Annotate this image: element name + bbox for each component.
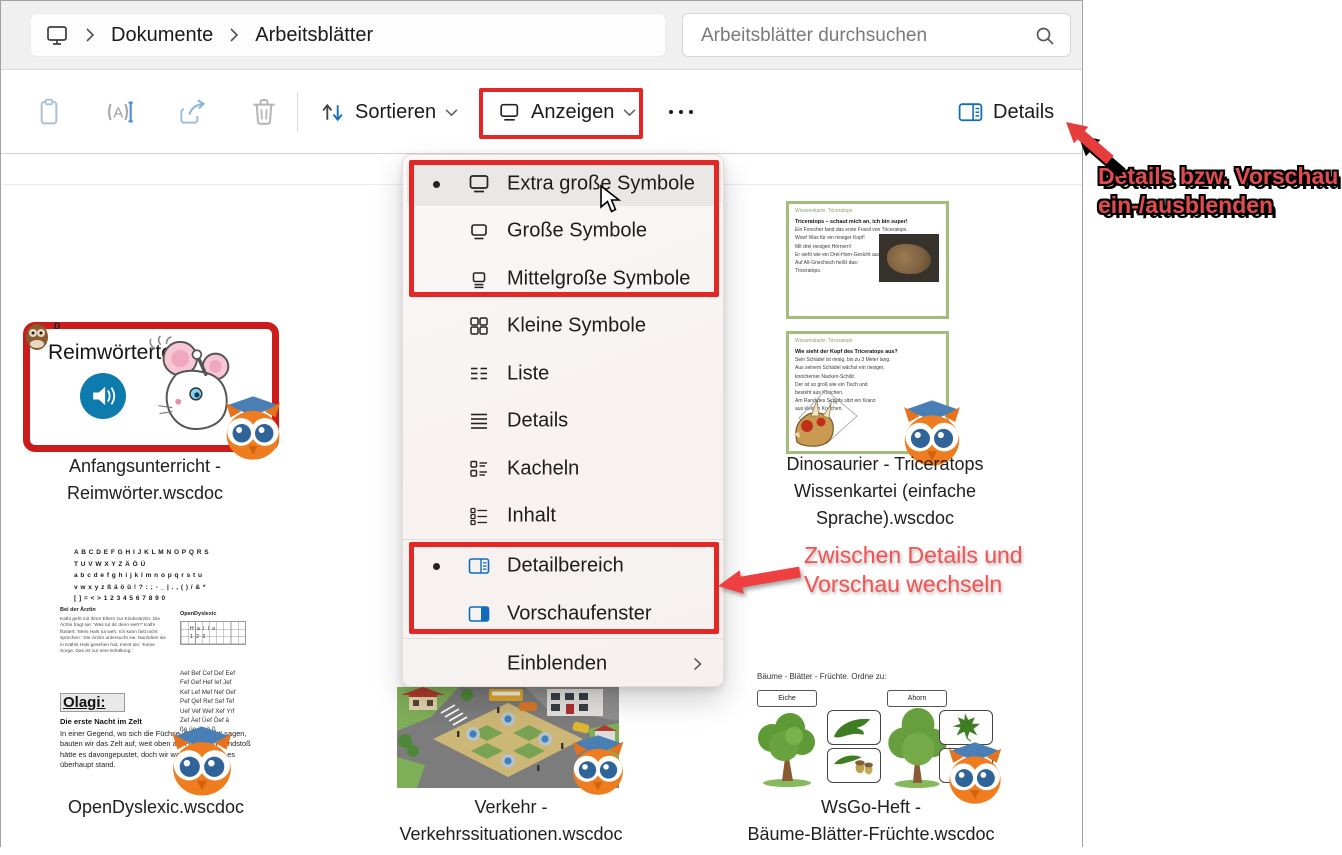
details-view-icon xyxy=(467,409,491,433)
card-header: Wissenskarte: Triceratops xyxy=(795,338,853,344)
mouse-cursor xyxy=(598,184,624,214)
share-icon[interactable] xyxy=(176,96,208,128)
audio-button[interactable] xyxy=(80,373,126,419)
file-thumbnail-wsgo[interactable]: Bäume - Blätter - Früchte. Ordne zu: Eic… xyxy=(749,664,999,791)
alphabet-block: A B C D E F G H I J K L M N O P Q R ST U… xyxy=(74,547,209,605)
delete-icon[interactable] xyxy=(248,96,280,128)
search-input[interactable] xyxy=(699,21,1023,51)
breadcrumb-item-dokumente[interactable]: Dokumente xyxy=(111,24,213,47)
maple-leaf-icon xyxy=(945,712,985,742)
menu-item-show[interactable]: Einblenden xyxy=(407,642,721,686)
screenshot-canvas: Dokumente Arbeitsblätter xyxy=(0,0,1342,855)
card-header: Wissenskarte: Triceratops xyxy=(795,208,853,214)
chevron-down-icon xyxy=(445,108,458,117)
corner-letter: D xyxy=(54,321,61,331)
navigation-bar: Dokumente Arbeitsblätter xyxy=(1,1,1082,70)
details-toggle-button[interactable]: Details xyxy=(957,88,1054,136)
worksheet-heading: Bäume - Blätter - Früchte. Ordne zu: xyxy=(757,672,886,681)
menu-item-list[interactable]: Liste xyxy=(407,352,721,396)
small-icons-icon xyxy=(467,314,491,338)
content-view-icon xyxy=(467,504,491,528)
svg-text:A: A xyxy=(113,105,123,121)
owl-mascot-icon xyxy=(166,725,238,797)
rename-icon[interactable]: A xyxy=(104,96,136,128)
highlight-box-icon-sizes xyxy=(409,160,719,297)
chevron-right-icon xyxy=(85,27,95,43)
file-label[interactable]: Verkehr -Verkehrssituationen.wscdoc xyxy=(391,794,631,848)
sort-icon xyxy=(319,99,346,126)
annotation-arrow-details xyxy=(1046,108,1156,194)
address-bar[interactable]: Dokumente Arbeitsblätter xyxy=(30,13,666,57)
details-pane-icon xyxy=(957,99,984,126)
speaker-icon xyxy=(89,382,117,410)
oak-leaf-icon xyxy=(832,714,874,740)
file-thumbnail-verkehr[interactable] xyxy=(397,687,619,788)
oak-tree-illustration xyxy=(751,708,823,788)
menu-item-details[interactable]: Details xyxy=(407,399,721,443)
search-icon xyxy=(1034,25,1056,47)
list-view-icon xyxy=(467,362,491,386)
highlight-box-pane-options xyxy=(409,542,719,634)
menu-separator xyxy=(403,638,723,639)
this-pc-icon xyxy=(45,23,69,47)
label-box-ahorn: Ahorn xyxy=(887,690,947,707)
search-box[interactable] xyxy=(682,13,1071,57)
menu-item-small-icons[interactable]: Kleine Symbole xyxy=(407,304,721,348)
file-label[interactable]: WsGo-Heft -Bäume-Blätter-Früchte.wscdoc xyxy=(741,794,1001,848)
letter-grid: Hallo 123 xyxy=(180,621,246,645)
highlight-box-view-button xyxy=(479,88,643,139)
paste-icon[interactable] xyxy=(33,96,65,128)
tiles-view-icon xyxy=(467,457,491,481)
chevron-right-icon xyxy=(229,27,239,43)
see-more-icon[interactable] xyxy=(669,110,693,114)
owl-mascot-icon xyxy=(220,395,286,461)
file-thumbnail-dino-card1[interactable]: Wissenskarte: Triceratops Triceratops – … xyxy=(786,201,949,319)
details-toggle-label: Details xyxy=(993,101,1054,124)
file-thumbnail-reimwoerter[interactable]: D Reimwörtertest xyxy=(23,322,279,452)
acorn-icon xyxy=(831,752,875,778)
right-heading: OpenDyslexic xyxy=(180,611,216,617)
sort-button-label: Sortieren xyxy=(355,101,436,124)
file-label[interactable]: Dinosaurier - TriceratopsWissenkartei (e… xyxy=(757,451,1013,532)
fossil-photo xyxy=(879,234,939,282)
file-thumbnail-opendyslexic[interactable]: A B C D E F G H I J K L M N O P Q R ST U… xyxy=(58,541,260,791)
annotation-switch-panes: Zwischen Details und Vorschau wechseln xyxy=(804,541,1054,599)
owl-mascot-icon xyxy=(567,734,629,796)
file-label[interactable]: Anfangsunterricht -Reimwörter.wscdoc xyxy=(21,453,269,507)
menu-item-content[interactable]: Inhalt xyxy=(407,494,721,538)
explorer-window: Dokumente Arbeitsblätter xyxy=(0,0,1083,847)
toolbar-separator xyxy=(297,92,298,132)
bottom-heading: Die erste Nacht im Zelt xyxy=(60,717,142,726)
left-heading: Bei der Ärztin xyxy=(60,607,96,613)
file-label[interactable]: OpenDyslexic.wscdoc xyxy=(31,794,281,821)
file-thumbnail-dino-card2[interactable]: Wissenskarte: Triceratops Wie sieht der … xyxy=(786,331,949,454)
sort-button[interactable]: Sortieren xyxy=(319,88,458,136)
left-paragraph: Kathi geht mit ihren Eltern zur Kinderär… xyxy=(60,617,166,655)
label-box-eiche: Eiche xyxy=(757,690,817,707)
triceratops-illustration: 3 m xyxy=(791,387,861,449)
menu-separator xyxy=(403,539,723,540)
olagi-field: Olagi: xyxy=(60,693,125,712)
breadcrumb-item-arbeitsblaetter[interactable]: Arbeitsblätter xyxy=(255,24,373,47)
menu-item-tiles[interactable]: Kacheln xyxy=(407,447,721,491)
chevron-right-icon xyxy=(692,656,703,672)
annotation-arrow-panes xyxy=(710,558,810,606)
